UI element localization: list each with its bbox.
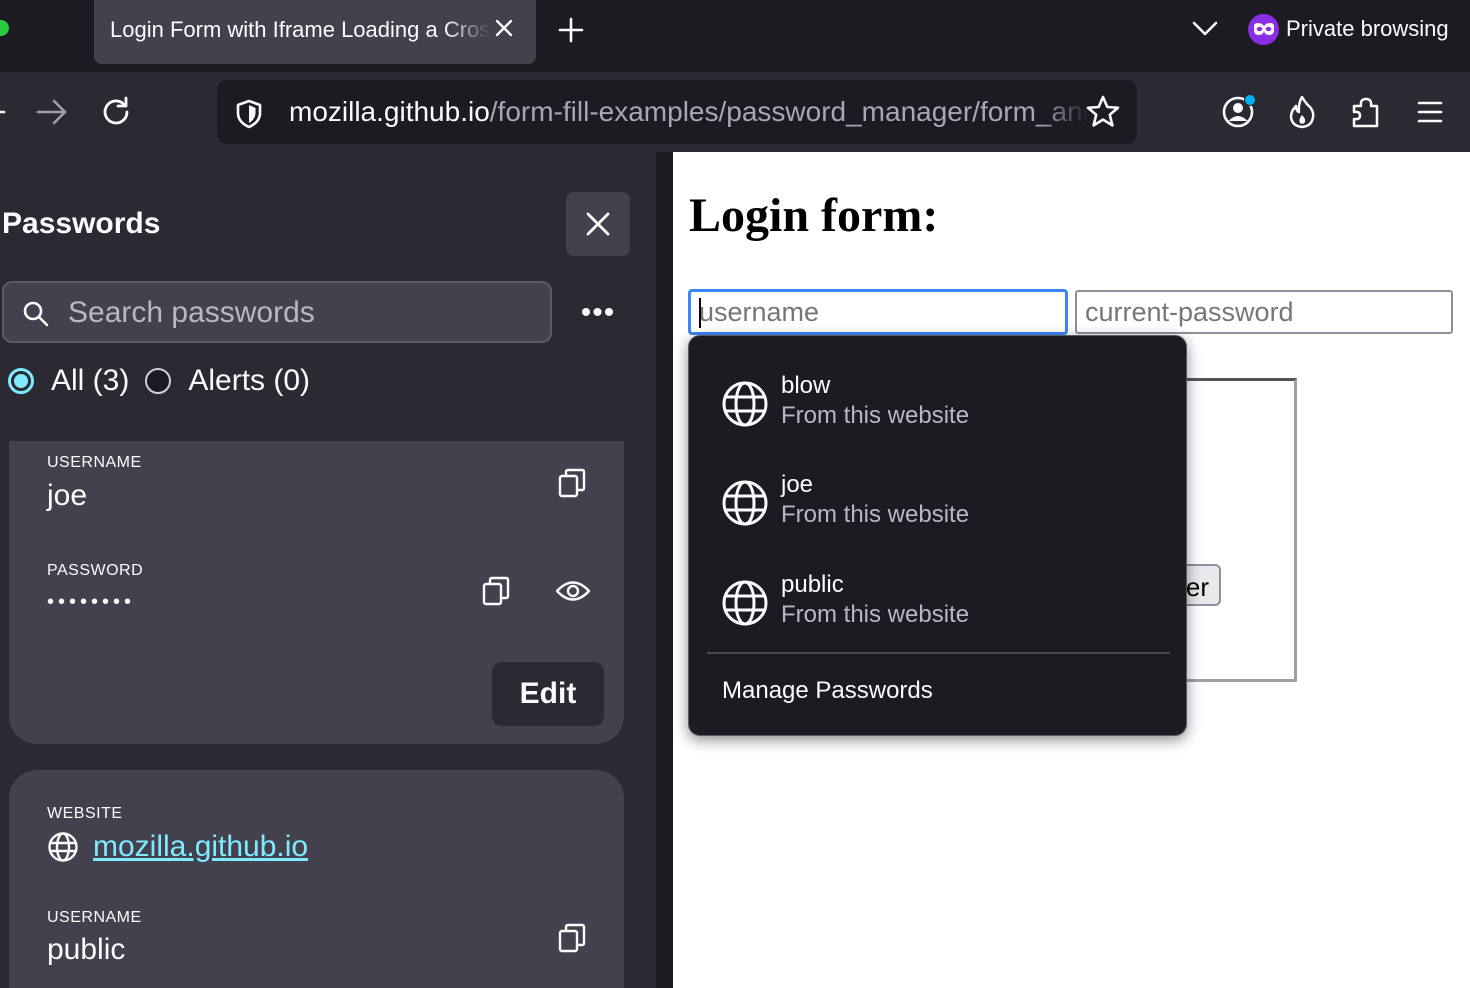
autocomplete-source: From this website	[781, 402, 970, 429]
reveal-password-button[interactable]	[553, 571, 593, 611]
username-value: public	[47, 933, 126, 966]
globe-icon	[722, 381, 768, 427]
tab-title: Login Form with Iframe Loading a Cross-O…	[110, 17, 490, 42]
app-menu-button[interactable]	[1410, 92, 1450, 132]
navigation-toolbar: mozilla.github.io/form-fill-examples/pas…	[0, 72, 1470, 152]
iframe-button-label: er	[1185, 572, 1209, 602]
filter-radios: All (3) Alerts (0)	[8, 364, 326, 398]
website-link[interactable]: mozilla.github.io	[93, 830, 308, 864]
shield-icon[interactable]	[233, 98, 265, 130]
eye-icon	[555, 581, 591, 601]
tab-active[interactable]: Login Form with Iframe Loading a Cross-O…	[94, 0, 536, 64]
radio-alerts[interactable]	[145, 368, 172, 394]
page-heading: Login form:	[689, 189, 939, 242]
password-card-joe: USERNAME joe PASSWORD •••••••• Edit	[9, 441, 624, 744]
autocomplete-source: From this website	[781, 501, 970, 528]
hamburger-menu-icon	[1417, 101, 1443, 123]
forward-button[interactable]	[32, 92, 72, 132]
fire-icon	[1289, 95, 1315, 129]
search-icon	[23, 301, 49, 327]
copy-icon	[558, 468, 586, 498]
edit-button[interactable]: Edit	[492, 662, 604, 726]
password-card-public: WEBSITE mozilla.github.io USERNAME publi…	[9, 770, 624, 988]
website-row: mozilla.github.io	[47, 830, 308, 864]
autocomplete-item-public[interactable]: public From this website	[721, 571, 1161, 651]
private-browsing-indicator: Private browsing	[1248, 12, 1449, 46]
more-options-button[interactable]: •••	[572, 292, 624, 334]
password-masked-value: ••••••••	[47, 591, 136, 613]
manage-passwords-item[interactable]: Manage Passwords	[722, 677, 933, 705]
back-arrow-icon[interactable]	[0, 102, 6, 122]
radio-all[interactable]	[8, 368, 34, 394]
chevron-down-icon[interactable]	[1190, 16, 1220, 42]
autocomplete-item-joe[interactable]: joe From this website	[721, 471, 1161, 551]
address-bar[interactable]: mozilla.github.io/form-fill-examples/pas…	[217, 80, 1137, 144]
username-value: joe	[47, 479, 88, 512]
username-field[interactable]	[688, 289, 1068, 335]
puzzle-piece-icon	[1352, 97, 1379, 128]
url-host: mozilla.github.io	[289, 96, 490, 127]
autocomplete-username: public	[781, 571, 844, 598]
tab-strip: Login Form with Iframe Loading a Cross-O…	[0, 0, 1470, 72]
notification-badge	[1244, 94, 1256, 106]
forward-arrow-icon	[36, 99, 67, 125]
copy-username-button[interactable]	[552, 463, 592, 503]
bookmark-star-icon[interactable]	[1085, 94, 1121, 130]
extensions-button[interactable]	[1346, 92, 1386, 132]
password-field[interactable]	[1075, 290, 1453, 334]
autocomplete-username: joe	[781, 471, 814, 498]
account-button[interactable]	[1218, 92, 1258, 132]
window-zoom-button[interactable]	[0, 20, 9, 36]
private-browsing-label: Private browsing	[1286, 16, 1449, 41]
username-label: USERNAME	[47, 454, 142, 471]
globe-icon	[722, 480, 768, 526]
divider	[707, 652, 1170, 654]
url-path: /form-fill-examples/password_manager/for…	[489, 96, 1089, 127]
copy-icon	[558, 923, 586, 953]
new-tab-icon[interactable]	[556, 15, 586, 45]
globe-icon	[722, 580, 768, 626]
autocomplete-username: blow	[781, 372, 831, 399]
reload-button[interactable]	[96, 92, 136, 132]
close-tab-icon[interactable]	[492, 16, 516, 40]
passwords-sidebar: Passwords ••• All (3) Alerts (0) USERNAM…	[0, 152, 656, 988]
copy-password-button[interactable]	[476, 571, 516, 611]
reload-icon	[103, 96, 129, 125]
username-label: USERNAME	[47, 909, 142, 926]
sidebar-title: Passwords	[2, 207, 161, 240]
website-label: WEBSITE	[47, 805, 123, 822]
login-autocomplete-popup: blow From this website joe From this web…	[688, 335, 1187, 736]
copy-icon	[482, 576, 510, 606]
filter-all-label[interactable]: All (3)	[51, 364, 129, 398]
private-mask-icon	[1248, 13, 1279, 45]
autocomplete-item-blow[interactable]: blow From this website	[721, 372, 1161, 452]
close-icon	[586, 212, 610, 236]
copy-username-button[interactable]	[552, 918, 592, 958]
sidebar-close-button[interactable]	[566, 192, 630, 256]
text-caret	[699, 298, 701, 328]
search-input[interactable]	[66, 293, 530, 333]
search-box[interactable]	[2, 281, 552, 343]
password-label: PASSWORD	[47, 562, 144, 579]
sidebar-splitter[interactable]	[656, 152, 673, 988]
autocomplete-source: From this website	[781, 601, 970, 628]
globe-icon	[48, 832, 78, 862]
forget-button[interactable]	[1282, 92, 1322, 132]
filter-alerts-label[interactable]: Alerts (0)	[188, 364, 310, 398]
url-text: mozilla.github.io/form-fill-examples/pas…	[289, 96, 1089, 128]
